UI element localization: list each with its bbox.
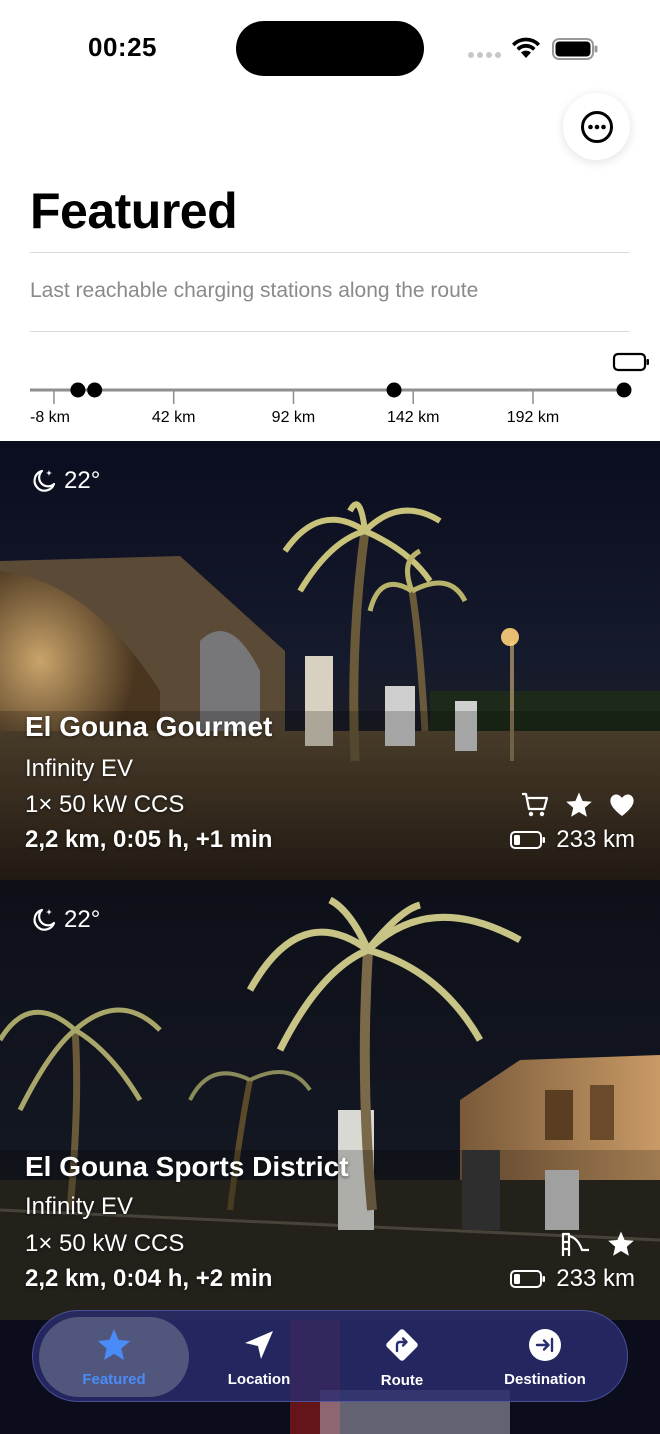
- playground-icon: [561, 1232, 589, 1256]
- distance-info: 2,2 km, 0:05 h, +1 min: [25, 826, 273, 853]
- distance-info: 2,2 km, 0:04 h, +2 min: [25, 1265, 273, 1292]
- amenities: [560, 1230, 636, 1258]
- station-operator: Infinity EV: [25, 755, 134, 782]
- weather: 22°: [30, 467, 100, 495]
- tab-featured[interactable]: Featured: [39, 1317, 189, 1397]
- destination-icon: [529, 1328, 561, 1361]
- star-icon: [608, 1231, 634, 1256]
- tab-location[interactable]: Location: [184, 1317, 334, 1397]
- station-name: El Gouna Gourmet: [25, 711, 273, 742]
- tab-label: Featured: [82, 1370, 146, 1388]
- tab-route[interactable]: Route: [327, 1317, 477, 1397]
- dynamic-island: [236, 21, 424, 76]
- route-timeline: -8 km 42 km 92 km 142 km 192 km: [30, 352, 649, 426]
- timeline-tick-label: 92 km: [272, 409, 316, 426]
- temperature: 22°: [64, 906, 101, 933]
- divider: [30, 331, 630, 332]
- wifi-icon: [512, 37, 540, 58]
- range: 233 km: [510, 1265, 635, 1293]
- charger-info: 1× 50 kW CCS: [25, 791, 185, 818]
- tab-bar: Featured Location Route Destination: [32, 1310, 628, 1402]
- station-marker[interactable]: [616, 382, 632, 398]
- amenities: [520, 791, 636, 819]
- tab-label: Route: [380, 1371, 424, 1389]
- cellular-signal-icon: [468, 52, 502, 58]
- range-value: 233 km: [556, 1265, 635, 1292]
- timeline-tick-label: -8 km: [30, 409, 70, 426]
- range: 233 km: [510, 826, 635, 854]
- page-subtitle: Last reachable charging stations along t…: [30, 279, 479, 302]
- page-title: Featured: [30, 183, 238, 239]
- status-bar: 00:25: [0, 0, 660, 96]
- timeline-tick-label: 42 km: [152, 409, 196, 426]
- battery-low-icon: [510, 831, 546, 849]
- station-marker[interactable]: [70, 382, 86, 398]
- heart-icon: [610, 794, 634, 816]
- route-turn-icon: [386, 1328, 418, 1361]
- timeline-tick-label: 192 km: [507, 409, 559, 426]
- timeline-tick-label: 142 km: [387, 409, 439, 426]
- divider: [30, 252, 630, 253]
- station-operator: Infinity EV: [25, 1193, 134, 1220]
- moon-stars-icon: [33, 908, 56, 931]
- battery-empty-icon: [612, 352, 649, 372]
- charger-info: 1× 50 kW CCS: [25, 1230, 185, 1257]
- range-value: 233 km: [556, 826, 635, 853]
- moon-stars-icon: [33, 469, 56, 492]
- cart-icon: [522, 792, 549, 817]
- station-card[interactable]: 22° El Gouna Sports District Infinity EV…: [0, 880, 660, 1320]
- station-marker[interactable]: [386, 382, 402, 398]
- station-card[interactable]: 22° El Gouna Gourmet Infinity EV 1× 50 k…: [0, 441, 660, 881]
- weather: 22°: [30, 906, 100, 934]
- star-icon: [566, 792, 592, 817]
- more-options-button[interactable]: [563, 93, 630, 160]
- star-icon: [97, 1328, 131, 1360]
- tab-label: Location: [227, 1370, 291, 1388]
- temperature: 22°: [64, 467, 101, 494]
- tab-label: Destination: [504, 1370, 586, 1388]
- battery-low-icon: [510, 1270, 546, 1288]
- clock: 00:25: [88, 32, 157, 62]
- station-name: El Gouna Sports District: [25, 1151, 349, 1182]
- station-marker[interactable]: [87, 382, 103, 398]
- ellipsis-circle-icon: [580, 110, 613, 143]
- battery-icon: [552, 38, 598, 60]
- location-arrow-icon: [245, 1330, 273, 1359]
- tab-destination[interactable]: Destination: [470, 1317, 620, 1397]
